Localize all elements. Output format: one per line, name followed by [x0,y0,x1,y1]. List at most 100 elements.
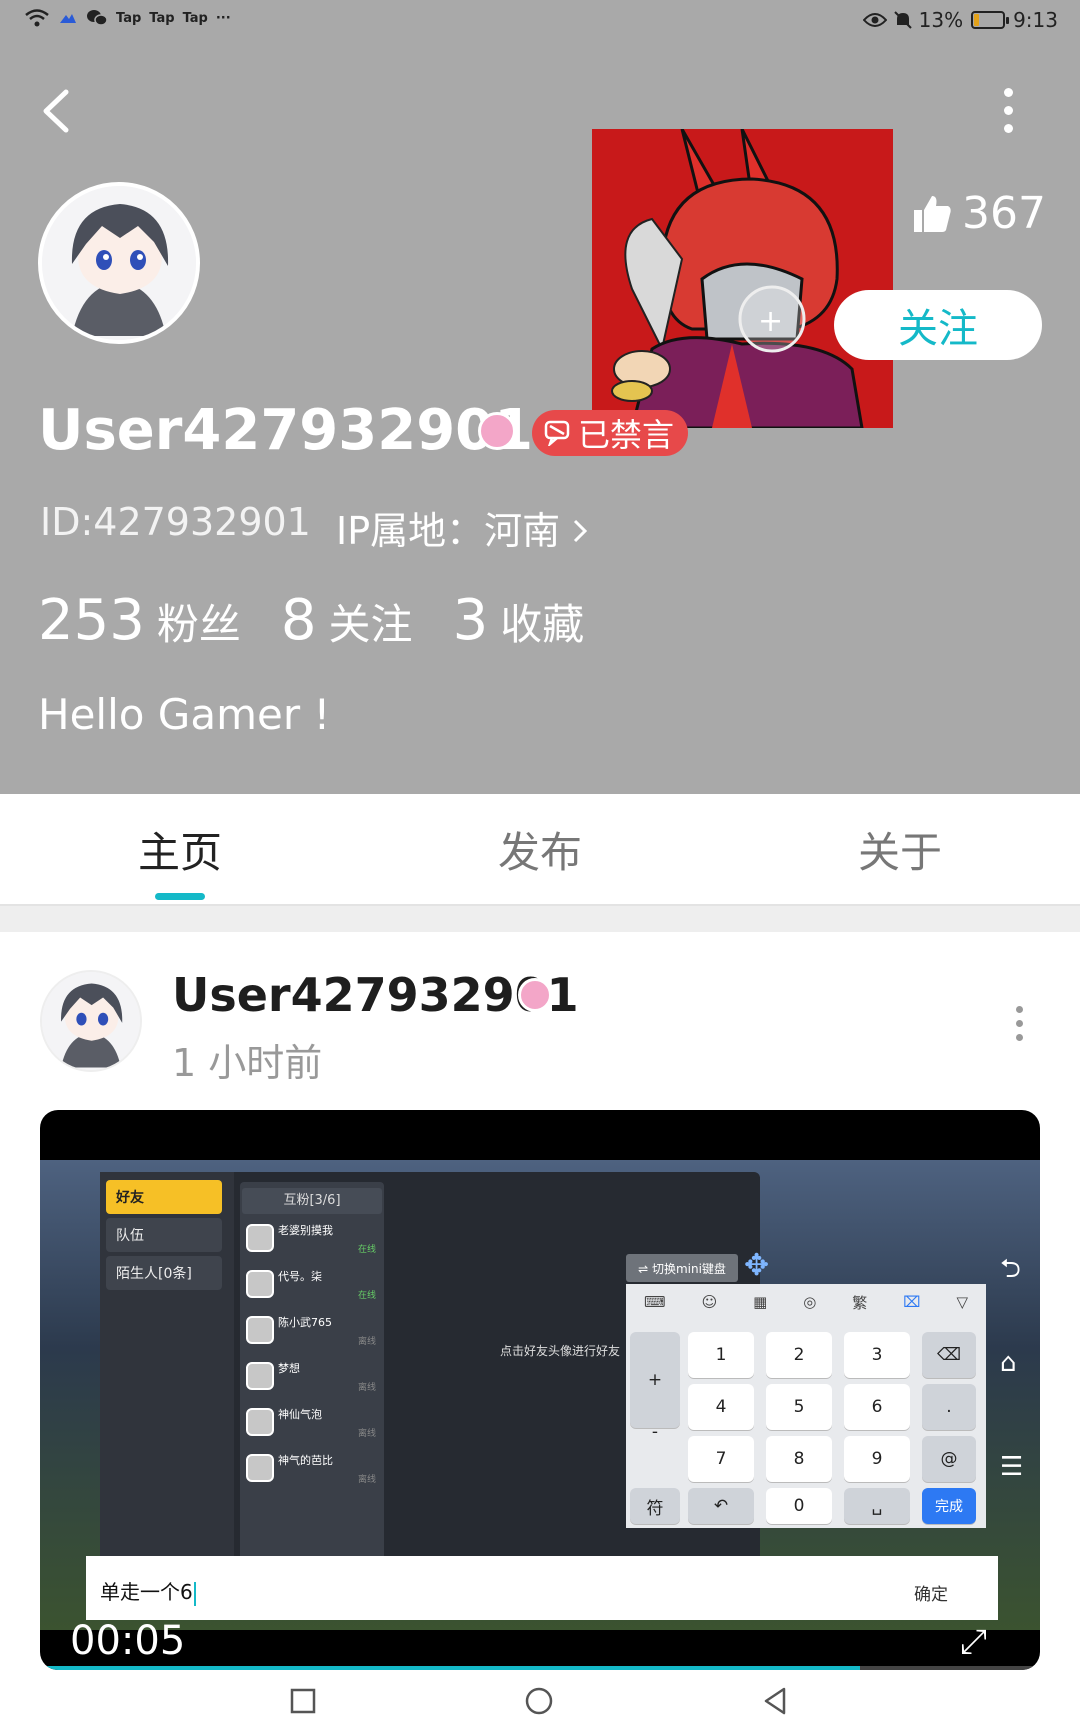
level-badge-icon[interactable] [478,412,516,450]
friend-status: 离线 [357,1475,376,1485]
favorites-stat[interactable]: 3 收藏 [453,588,585,653]
game-friend-item: 神气的芭比离线 [246,1452,380,1486]
friend-status: 在线 [357,1245,376,1255]
chevron-right-icon [574,519,588,543]
banned-badge[interactable]: 已禁言 [532,410,689,456]
following-stat[interactable]: 8 关注 [281,588,413,653]
section-divider [0,904,1080,932]
game-friend-item: 陈小武765 离线 [246,1314,380,1348]
friend-name: 陈小武765 [278,1316,332,1329]
favorites-label: 收藏 [500,600,585,649]
ip-location-label: IP属地：河南 [336,509,561,553]
space-icon: ␣ [844,1488,910,1524]
post-more-button[interactable] [1012,1006,1028,1046]
keyboard-logo-icon: ⌨ [643,1293,666,1311]
status-app-tag-1: Tap [116,10,142,26]
move-icon: ✥ [744,1248,770,1283]
back-button[interactable] [38,88,78,134]
key-dot: . [922,1384,976,1430]
friend-status: 离线 [357,1337,376,1347]
followers-label: 粉丝 [156,600,241,649]
game-friend-list-header: 互粉[3/6] [242,1188,382,1214]
tab-home[interactable]: 主页 [0,794,360,904]
friend-name: 神气的芭比 [278,1454,333,1467]
game-menu-friends: 好友 [106,1180,222,1214]
profile-bio: Hello Gamer ! [38,690,331,739]
status-app-tag-2: Tap [149,10,175,26]
tab-posts[interactable]: 发布 [360,794,720,904]
tab-about-label: 关于 [857,827,942,877]
backspace-icon: ⌫ [922,1332,976,1378]
dot-icon [1016,1006,1023,1013]
followers-count: 253 [38,588,145,653]
undo-icon: ↶ [688,1488,754,1524]
video-progress-bar[interactable] [40,1666,1040,1670]
profile-username: User427932901 [38,398,534,463]
likes-counter[interactable]: 367 [912,188,1046,239]
recents-button[interactable] [286,1684,320,1718]
friend-status: 离线 [357,1429,376,1439]
profile-cover-image[interactable]: + [592,129,893,428]
status-more-tag: ··· [215,10,231,26]
more-options-button[interactable] [996,88,1013,133]
friend-avatar [246,1362,274,1390]
key-6: 6 [844,1384,910,1430]
text-caret [193,1581,196,1606]
key-done: 完成 [922,1488,976,1524]
dot-icon [1004,106,1013,115]
post-timestamp: 1 小时前 [172,1041,323,1085]
follow-button[interactable]: 关注 [834,290,1042,360]
circle-icon [525,1687,553,1715]
system-nav-bar [0,1674,1080,1728]
friend-avatar [246,1270,274,1298]
likes-count: 367 [962,188,1046,239]
emoji-icon: ☺ [701,1293,718,1311]
friend-avatar [246,1408,274,1436]
banned-label: 已禁言 [578,416,675,454]
key-symbols: 符 [630,1488,680,1524]
svg-text:+: + [758,304,783,339]
friend-name: 代号。柒 [278,1270,322,1283]
keyboard-icon: ▦ [753,1293,768,1311]
triangle-back-icon [764,1687,786,1715]
friend-status: 在线 [357,1291,376,1301]
key-1: 1 [688,1332,754,1378]
tab-about[interactable]: 关于 [720,794,1080,904]
favorites-count: 3 [452,588,489,653]
game-chat-value: 单走一个6 [100,1580,193,1604]
eye-icon [862,13,887,27]
anime-avatar-image [42,972,140,1070]
key-7: 7 [688,1436,754,1482]
keyboard-toolbar: ⌨ ☺ ▦ ◎ 繁 ⌧ ▽ [626,1284,986,1320]
battery-percent: 13% [918,8,964,32]
profile-avatar[interactable] [38,182,200,344]
key-2: 2 [766,1332,832,1378]
ip-location-link[interactable]: IP属地：河南 [336,500,588,555]
status-left: Tap Tap Tap ··· [24,8,231,28]
fullscreen-icon[interactable]: ⤢ [960,1622,987,1662]
thumbs-up-icon [914,195,951,232]
home-button[interactable] [522,1684,556,1718]
mute-chat-icon [544,420,570,446]
post-author-avatar[interactable] [40,970,142,1072]
notification-app-icon [60,14,76,23]
status-bar: Tap Tap Tap ··· 13% 9:13 [0,0,1080,44]
friend-status: 离线 [357,1383,376,1393]
key-minus: - [651,1422,659,1442]
key-0: 0 [766,1488,832,1524]
profile-tabs: 主页 发布 关于 [0,794,1080,904]
key-4: 4 [688,1384,754,1430]
menu-icon: ☰ [1000,1452,1024,1482]
level-badge-icon [518,978,552,1012]
battery-icon [971,11,1010,29]
back-nav-button[interactable] [758,1684,792,1718]
status-right: 13% 9:13 [862,8,1058,32]
post-video-player[interactable]: 好友 队伍 陌生人[0条] 互粉[3/6] 老婆别摸我 在线 代号。柒 在线 陈小武… [40,1110,1040,1670]
video-progress-fill [40,1666,860,1670]
friend-name: 老婆别摸我 [278,1224,333,1237]
text-icon: 繁 [852,1293,868,1312]
voice-icon: ◎ [803,1293,817,1311]
status-app-tag-3: Tap [182,10,208,26]
game-keyboard-icon: ⌧ [903,1293,921,1311]
followers-stat[interactable]: 253 粉丝 [38,588,241,653]
